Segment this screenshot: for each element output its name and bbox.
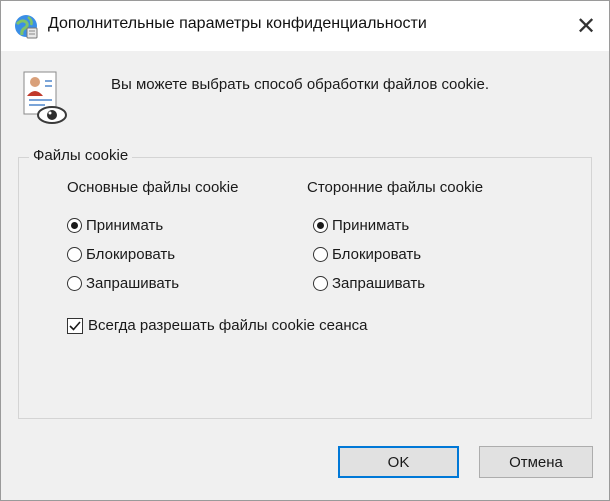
first-party-prompt-radio[interactable]: Запрашивать [67,275,179,292]
session-cookies-checkbox[interactable]: Всегда разрешать файлы cookie сеанса [67,317,368,334]
radio-indicator [313,276,328,291]
title-bar[interactable]: Дополнительные параметры конфиденциально… [1,1,609,51]
close-icon: ✕ [575,12,597,40]
cookies-group-legend: Файлы cookie [29,147,133,164]
first-party-block-radio[interactable]: Блокировать [67,246,175,263]
radio-checked-indicator [313,218,328,233]
third-party-block-radio[interactable]: Блокировать [313,246,421,263]
checkbox-box [67,317,83,334]
close-button[interactable]: ✕ [563,1,609,51]
radio-checked-indicator [67,218,82,233]
session-cookies-label: Всегда разрешать файлы cookie сеанса [88,317,368,334]
cancel-button[interactable]: Отмена [479,446,593,478]
window-title: Дополнительные параметры конфиденциально… [48,15,427,32]
radio-label: Запрашивать [332,275,426,292]
radio-label: Запрашивать [86,275,180,292]
privacy-dialog: Дополнительные параметры конфиденциально… [0,0,610,501]
radio-label: Принимать [332,217,410,234]
first-party-accept-radio[interactable]: Принимать [67,217,163,234]
internet-options-icon [15,15,38,39]
ok-button[interactable]: OK [338,446,459,478]
radio-indicator [313,247,328,262]
radio-label: Принимать [86,217,164,234]
first-party-heading: Основные файлы cookie [67,179,239,196]
radio-label: Блокировать [86,246,176,263]
radio-indicator [67,276,82,291]
third-party-prompt-radio[interactable]: Запрашивать [313,275,425,292]
third-party-accept-radio[interactable]: Принимать [313,217,409,234]
checkmark-icon [69,320,81,331]
privacy-document-icon [23,71,67,124]
radio-indicator [67,247,82,262]
header-description: Вы можете выбрать способ обработки файло… [111,76,490,93]
third-party-heading: Сторонние файлы cookie [307,179,484,196]
radio-label: Блокировать [332,246,422,263]
